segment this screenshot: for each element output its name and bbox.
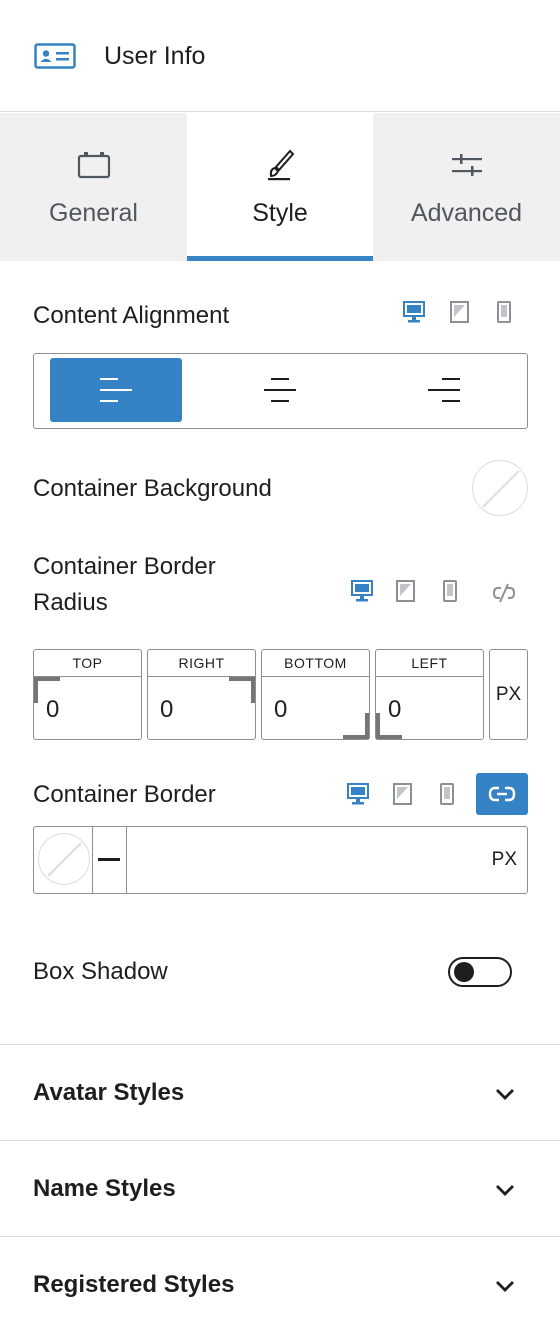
id-card-icon: [34, 43, 76, 69]
block-header: User Info: [0, 0, 560, 112]
tab-label: Style: [252, 199, 308, 227]
radius-bottom-caption: BOTTOM: [262, 650, 369, 677]
brush-icon: [268, 149, 295, 181]
solid-line-icon: [98, 858, 120, 861]
panel-title: Registered Styles: [33, 1271, 235, 1298]
content-alignment-label: Content Alignment: [33, 302, 230, 329]
align-left-button[interactable]: [50, 358, 182, 422]
border-radius-label-line1: Container Border: [33, 553, 216, 580]
radius-right-caption: RIGHT: [148, 650, 255, 677]
container-background-label: Container Background: [33, 475, 272, 502]
mobile-icon[interactable]: [436, 782, 458, 806]
border-unit-selector[interactable]: PX: [492, 827, 517, 892]
align-left-icon: [100, 378, 132, 402]
tab-label: General: [49, 199, 138, 227]
divider: [126, 827, 127, 893]
layout-icon: [77, 152, 110, 179]
box-shadow-toggle[interactable]: [448, 957, 512, 987]
corner-bottom-right-icon: [343, 713, 369, 739]
mobile-icon[interactable]: [493, 300, 515, 324]
link-icon: [488, 786, 516, 802]
box-shadow-label: Box Shadow: [33, 958, 168, 985]
border-width-input[interactable]: [128, 827, 468, 892]
align-center-button[interactable]: [214, 358, 346, 422]
border-color-swatch[interactable]: [38, 833, 90, 885]
tab-style[interactable]: Style: [187, 113, 373, 261]
toggle-knob: [454, 962, 474, 982]
panel-title: Avatar Styles: [33, 1079, 185, 1106]
desktop-icon[interactable]: [347, 782, 369, 806]
radius-top-value: 0: [46, 696, 60, 723]
radius-top-caption: TOP: [34, 650, 141, 677]
tablet-icon[interactable]: [395, 579, 417, 603]
mobile-icon[interactable]: [439, 579, 461, 603]
panel-name-styles[interactable]: Name Styles: [0, 1140, 560, 1236]
chevron-down-icon: [496, 1089, 514, 1100]
border-style-selector[interactable]: [93, 827, 126, 892]
block-title: User Info: [104, 42, 206, 70]
tab-general[interactable]: General: [0, 113, 187, 261]
radius-bottom-value: 0: [274, 696, 288, 723]
radius-right-value: 0: [160, 696, 174, 723]
sliders-icon: [451, 154, 482, 176]
tablet-icon[interactable]: [449, 300, 471, 324]
alignment-button-group: [33, 353, 528, 429]
radius-bottom-field[interactable]: BOTTOM 0: [261, 649, 370, 740]
chevron-down-icon: [496, 1281, 514, 1292]
inspector-tabs: General Style Advanced: [0, 113, 560, 261]
radius-unit-selector[interactable]: PX: [489, 649, 528, 740]
corner-top-right-icon: [229, 677, 255, 703]
border-radius-label-line2: Radius: [33, 589, 108, 616]
radius-left-caption: LEFT: [376, 650, 483, 677]
radius-right-field[interactable]: RIGHT 0: [147, 649, 256, 740]
panel-avatar-styles[interactable]: Avatar Styles: [0, 1044, 560, 1140]
radius-top-field[interactable]: TOP 0: [33, 649, 142, 740]
container-border-label: Container Border: [33, 781, 216, 808]
tab-label: Advanced: [410, 199, 523, 227]
chevron-down-icon: [496, 1185, 514, 1196]
panel-registered-styles[interactable]: Registered Styles: [0, 1236, 560, 1332]
align-right-button[interactable]: [378, 358, 510, 422]
desktop-icon[interactable]: [403, 300, 425, 324]
border-control: PX: [33, 826, 528, 894]
unlink-icon[interactable]: [491, 580, 517, 606]
align-center-icon: [264, 378, 296, 402]
panel-title: Name Styles: [33, 1175, 176, 1202]
desktop-icon[interactable]: [351, 579, 373, 603]
radius-left-value: 0: [388, 696, 402, 723]
link-sides-button[interactable]: [476, 773, 528, 815]
background-color-swatch[interactable]: [472, 460, 528, 516]
align-right-icon: [428, 378, 460, 402]
no-color-icon: [482, 470, 520, 508]
no-color-icon: [47, 842, 82, 877]
tab-advanced[interactable]: Advanced: [373, 113, 560, 261]
radius-left-field[interactable]: LEFT 0: [375, 649, 484, 740]
tablet-icon[interactable]: [392, 782, 414, 806]
